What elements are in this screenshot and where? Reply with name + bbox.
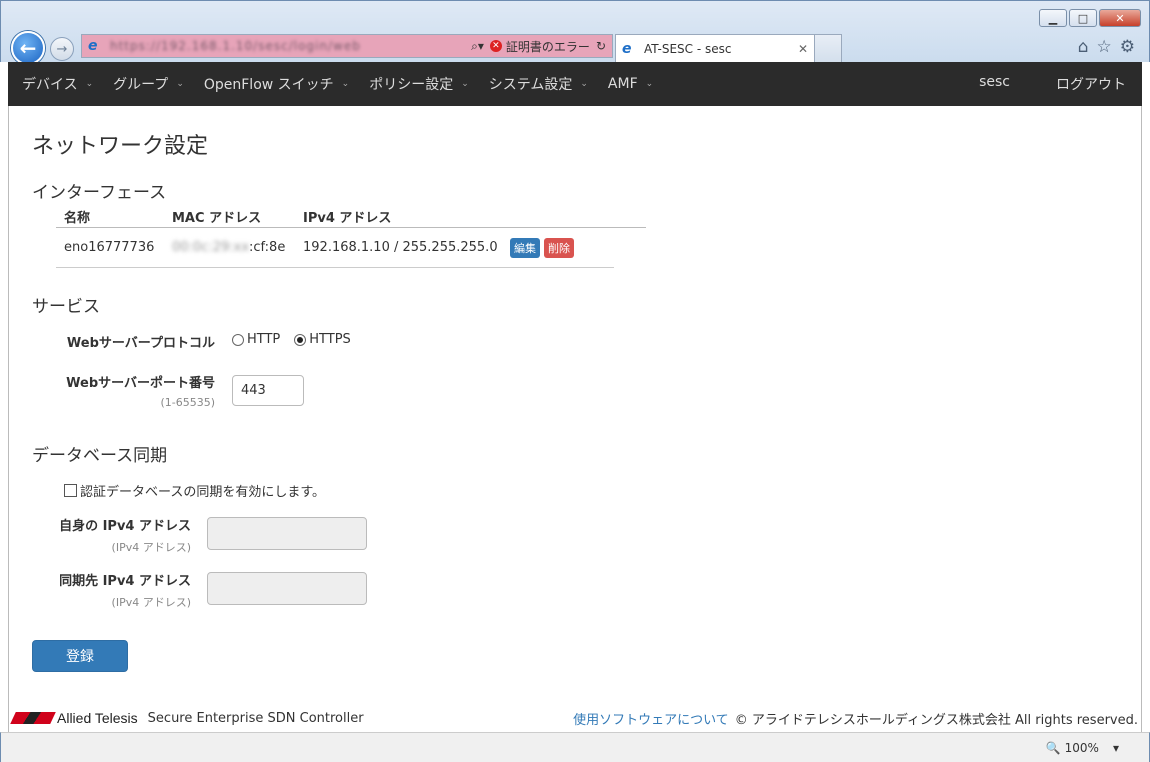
- footer: Allied Telesis Secure Enterprise SDN Con…: [8, 706, 1142, 730]
- product-name: Secure Enterprise SDN Controller: [147, 710, 364, 726]
- radio-http[interactable]: HTTP: [232, 332, 280, 347]
- forward-button[interactable]: →: [50, 37, 74, 61]
- radio-label: HTTP: [247, 332, 281, 347]
- favorites-star-icon[interactable]: ☆: [1097, 37, 1112, 57]
- nav-devices[interactable]: デバイス ⌄: [22, 74, 93, 94]
- radio-icon: [232, 333, 244, 346]
- mac-redacted: 00:0c:29:xx: [172, 240, 250, 255]
- self-ipv4-input[interactable]: [207, 517, 367, 550]
- chevron-down-icon: ⌄: [461, 79, 469, 89]
- new-tab-button[interactable]: [815, 34, 842, 63]
- nav-label: OpenFlow スイッチ: [203, 77, 334, 93]
- radio-label: HTTPS: [309, 332, 351, 347]
- chevron-down-icon: ⌄: [176, 79, 184, 89]
- nav-label: デバイス: [22, 77, 78, 93]
- peer-ipv4-hint: (IPv4 アドレス): [111, 596, 191, 609]
- ie-icon: e: [88, 38, 98, 54]
- software-info-link[interactable]: 使用ソフトウェアについて: [573, 709, 729, 728]
- nav-label: システム設定: [488, 77, 573, 93]
- logo-mark-icon: [10, 712, 56, 724]
- interfaces-table: 名称 MAC アドレス IPv4 アドレス eno16777736 00:0c:…: [56, 206, 646, 268]
- peer-ipv4-input[interactable]: [207, 572, 367, 605]
- user-name[interactable]: sesc: [979, 74, 1010, 94]
- chevron-down-icon: ⌄: [645, 79, 654, 89]
- table-row: eno16777736 00:0c:29:xx:cf:8e 192.168.1.…: [56, 228, 614, 268]
- gear-icon[interactable]: ⚙: [1120, 37, 1135, 57]
- iface-ipv4: 192.168.1.10 / 255.255.255.0: [303, 240, 498, 255]
- copyright: © アライドテレシスホールディングス株式会社 All rights reserv…: [734, 712, 1138, 728]
- checkbox-icon[interactable]: [64, 484, 77, 497]
- refresh-icon[interactable]: ↻: [596, 39, 606, 53]
- self-ipv4-hint: (IPv4 アドレス): [111, 541, 191, 554]
- maximize-button[interactable]: □: [1069, 9, 1097, 27]
- logout-link[interactable]: ログアウト: [1056, 74, 1126, 94]
- nav-system[interactable]: システム設定 ⌄: [489, 74, 588, 94]
- home-icon[interactable]: ⌂: [1078, 37, 1089, 57]
- chevron-down-icon: ⌄: [580, 79, 588, 89]
- mac-visible: :cf:8e: [249, 240, 286, 255]
- port-input[interactable]: 443: [232, 375, 304, 406]
- nav-label: AMF: [607, 76, 638, 92]
- content-frame: [8, 106, 1142, 732]
- close-button[interactable]: ✕: [1099, 9, 1141, 27]
- col-name: 名称: [64, 211, 91, 226]
- iface-name: eno16777736: [64, 240, 155, 255]
- iface-mac: 00:0c:29:xx:cf:8e: [172, 240, 303, 255]
- radio-https[interactable]: HTTPS: [294, 332, 351, 347]
- browser-chrome: ▁ □ ✕ ← → e https://192.168.1.10/sesc/lo…: [0, 0, 1150, 65]
- chevron-down-icon[interactable]: ▾: [1113, 741, 1119, 755]
- address-bar[interactable]: e https://192.168.1.10/sesc/login/web ⌕▾…: [81, 34, 613, 58]
- tab-close-icon[interactable]: ✕: [798, 42, 808, 56]
- protocol-radio-group: HTTP HTTPS: [232, 332, 351, 347]
- page-title: ネットワーク設定: [32, 134, 209, 159]
- col-mac: MAC アドレス: [172, 211, 262, 226]
- search-icon[interactable]: ⌕▾: [471, 39, 484, 54]
- zoom-level: 100%: [1064, 740, 1099, 755]
- interfaces-heading: インターフェース: [32, 183, 167, 203]
- radio-selected-icon: [294, 333, 307, 346]
- zoom-control[interactable]: 🔍 100%: [1046, 741, 1099, 755]
- checkbox-label: 認証データベースの同期を有効にします。: [80, 485, 326, 500]
- nav-openflow-switch[interactable]: OpenFlow スイッチ ⌄: [204, 74, 349, 94]
- peer-ipv4-label: 同期先 IPv4 アドレス: [59, 574, 191, 589]
- port-hint: (1-65535): [160, 396, 215, 409]
- nav-label: ポリシー設定: [369, 77, 454, 93]
- submit-button[interactable]: 登録: [32, 640, 128, 672]
- logo-text: Allied Telesis: [57, 710, 138, 726]
- error-icon: ✕: [489, 40, 502, 52]
- chevron-down-icon: ⌄: [85, 79, 94, 89]
- services-heading: サービス: [32, 297, 100, 317]
- allied-telesis-logo: Allied Telesis: [10, 710, 138, 726]
- port-label: Webサーバーポート番号: [66, 376, 215, 391]
- browser-tab[interactable]: e AT-SESC - sesc ✕: [615, 34, 815, 63]
- browser-statusbar: 🔍 100% ▾: [0, 732, 1150, 762]
- table-header: 名称 MAC アドレス IPv4 アドレス: [56, 206, 646, 228]
- self-ipv4-label: 自身の IPv4 アドレス: [59, 519, 191, 534]
- edit-button[interactable]: 編集: [510, 237, 540, 258]
- chevron-down-icon: ⌄: [341, 79, 350, 89]
- ie-icon: e: [622, 41, 632, 57]
- col-ipv4: IPv4 アドレス: [303, 211, 392, 226]
- nav-label: グループ: [113, 77, 169, 93]
- nav-policy[interactable]: ポリシー設定 ⌄: [369, 74, 469, 94]
- protocol-label: Webサーバープロトコル: [66, 336, 215, 351]
- db-sync-heading: データベース同期: [32, 446, 168, 466]
- cert-error-label: 証明書のエラー: [505, 39, 590, 54]
- cert-error-button[interactable]: ✕ 証明書のエラー: [489, 38, 590, 55]
- nav-groups[interactable]: グループ ⌄: [113, 74, 184, 94]
- app-navbar: デバイス ⌄ グループ ⌄ OpenFlow スイッチ ⌄ ポリシー設定 ⌄ システム設…: [8, 62, 1142, 106]
- nav-amf[interactable]: AMF ⌄: [608, 76, 653, 92]
- address-url[interactable]: https://192.168.1.10/sesc/login/web: [110, 39, 471, 53]
- db-sync-enable[interactable]: 認証データベースの同期を有効にします。: [64, 481, 325, 500]
- back-button[interactable]: ←: [11, 31, 45, 65]
- window-controls: ▁ □ ✕: [1039, 9, 1141, 27]
- minimize-button[interactable]: ▁: [1039, 9, 1067, 27]
- tab-title: AT-SESC - sesc: [644, 42, 732, 56]
- delete-button[interactable]: 削除: [544, 237, 574, 258]
